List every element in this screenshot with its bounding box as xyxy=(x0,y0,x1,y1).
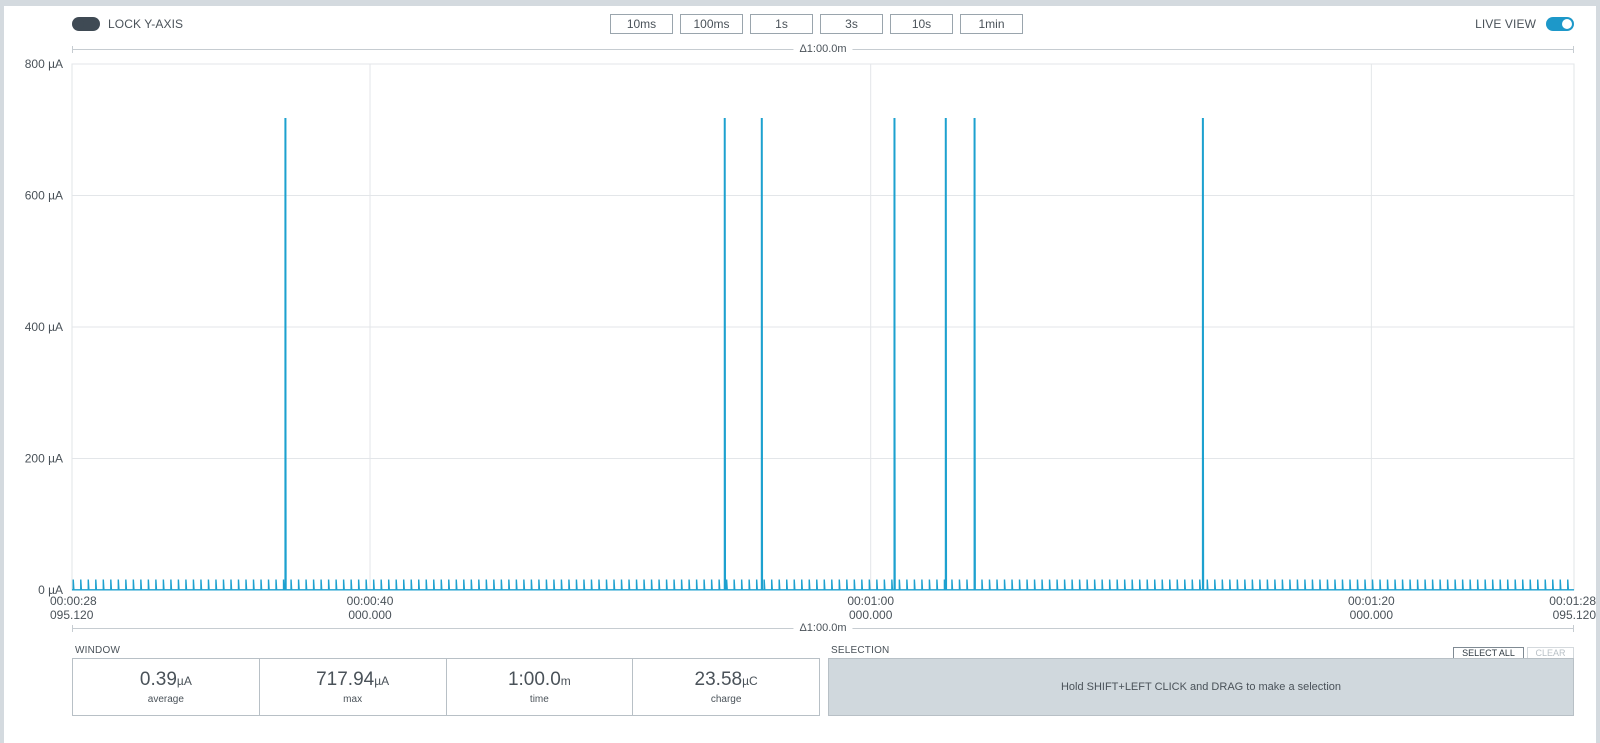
x-tick-label: 00:00:40 xyxy=(347,594,394,608)
window-delta-label: Δ1:00.0m xyxy=(793,621,853,635)
x-tick-label: 00:01:28 xyxy=(1549,594,1596,608)
x-tick-sublabel: 000.000 xyxy=(849,608,893,622)
ruler-right-tick xyxy=(1573,625,1574,632)
stat-name: charge xyxy=(710,694,742,705)
x-tick-sublabel: 095.120 xyxy=(50,608,94,622)
stat-value: 23.58µC xyxy=(694,669,758,690)
stat-value: 717.94µA xyxy=(316,669,390,690)
stat-name: average xyxy=(147,694,184,705)
y-tick-label: 200 µA xyxy=(25,452,63,466)
stat-name: time xyxy=(529,694,549,705)
selection-area[interactable]: Hold SHIFT+LEFT CLICK and DRAG to make a… xyxy=(828,658,1574,716)
current-chart[interactable]: 0 µA200 µA400 µA600 µA800 µA00:00:28095.… xyxy=(4,6,1596,631)
window-delta-ruler-bottom: Δ1:00.0m xyxy=(72,621,1574,635)
power-profiler-app: LOCK Y-AXIS 10ms 100ms 1s 3s 10s 1min LI… xyxy=(4,6,1596,743)
x-tick-sublabel: 000.000 xyxy=(1350,608,1394,622)
window-section-label: WINDOW xyxy=(75,645,121,656)
selection-hint: Hold SHIFT+LEFT CLICK and DRAG to make a… xyxy=(1060,681,1342,693)
ruler-left-tick xyxy=(72,625,73,632)
stat-time: 1:00.0m time xyxy=(447,659,634,715)
stat-average: 0.39µA average xyxy=(73,659,260,715)
x-tick-sublabel: 000.000 xyxy=(348,608,392,622)
y-tick-label: 400 µA xyxy=(25,320,63,334)
stat-value: 1:00.0m xyxy=(507,669,571,690)
current-trace xyxy=(71,117,1575,591)
x-tick-sublabel: 095.120 xyxy=(1553,608,1596,622)
x-tick-label: 00:00:28 xyxy=(50,594,97,608)
stat-name: max xyxy=(343,694,363,705)
stat-value: 0.39µA xyxy=(139,669,192,690)
stat-charge: 23.58µC charge xyxy=(633,659,819,715)
x-tick-label: 00:01:00 xyxy=(847,594,894,608)
window-stats: 0.39µA average 717.94µA max 1:00.0m time… xyxy=(72,658,820,716)
y-tick-label: 600 µA xyxy=(25,189,63,203)
x-tick-label: 00:01:20 xyxy=(1348,594,1395,608)
y-tick-label: 800 µA xyxy=(25,57,63,71)
stat-max: 717.94µA max xyxy=(260,659,447,715)
selection-section-label: SELECTION xyxy=(831,645,890,656)
